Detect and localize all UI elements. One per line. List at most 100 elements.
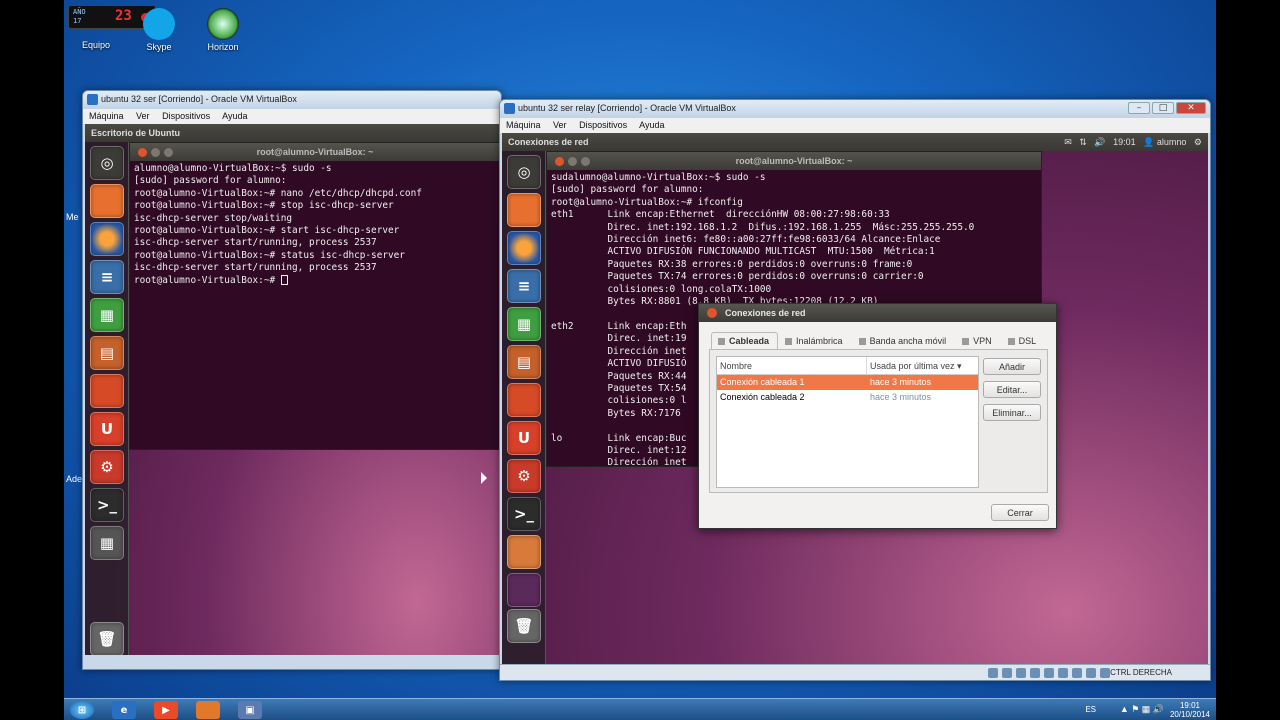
volume-icon[interactable]: 🔊	[1094, 137, 1105, 147]
dash-icon[interactable]: ◎	[90, 146, 124, 180]
close-icon[interactable]	[138, 148, 147, 157]
network-connections-dialog[interactable]: Conexiones de red Cableada Inalámbrica B…	[698, 303, 1057, 529]
network-adapter-icon[interactable]	[1044, 668, 1054, 678]
language-indicator[interactable]: ES	[1085, 705, 1096, 714]
menu-dispositivos[interactable]: Dispositivos	[579, 120, 627, 130]
start-button[interactable]: ⊞	[70, 701, 94, 719]
virtualbox-taskbar-icon[interactable]: ▣	[238, 701, 262, 719]
edit-button[interactable]: Editar...	[983, 381, 1041, 398]
impress-icon[interactable]: ▤	[507, 345, 541, 379]
tray-icons: ▲ ⚑ ▦ 🔊	[1119, 704, 1164, 714]
minimize-button[interactable]: –	[1128, 102, 1150, 114]
window-titlebar[interactable]: ubuntu 32 ser relay [Corriendo] - Oracle…	[500, 100, 1210, 118]
calc-icon[interactable]: ▦	[90, 298, 124, 332]
terminal-output[interactable]: alumno@alumno-VirtualBox:~$ sudo -s [sudo…	[130, 161, 500, 289]
system-settings-icon[interactable]: ⚙	[507, 459, 541, 493]
window-titlebar[interactable]: ubuntu 32 ser [Corriendo] - Oracle VM Vi…	[83, 91, 501, 109]
tab-cableada[interactable]: Cableada	[711, 332, 779, 350]
terminal-prompt-line: root@alumno-VirtualBox:~#	[134, 275, 496, 287]
network-connections-icon[interactable]	[507, 535, 541, 569]
delete-button[interactable]: Eliminar...	[983, 404, 1041, 421]
tray-clock[interactable]: 19:01 20/10/2014	[1170, 701, 1210, 719]
panel-clock[interactable]: 19:01	[1113, 137, 1136, 147]
display-icon[interactable]	[1058, 668, 1068, 678]
impress-icon[interactable]: ▤	[90, 336, 124, 370]
panel-indicators: ✉ ⇅ 🔊 19:01 👤 alumno ⚙	[1064, 137, 1202, 148]
add-button[interactable]: Añadir	[983, 358, 1041, 375]
files-icon[interactable]	[507, 193, 541, 227]
dialog-titlebar[interactable]: Conexiones de red	[699, 304, 1056, 322]
menu-ver[interactable]: Ver	[136, 111, 150, 121]
desktop-icon-equipo[interactable]: Equipo	[66, 26, 126, 50]
window-title: ubuntu 32 ser [Corriendo] - Oracle VM Vi…	[101, 94, 297, 104]
panel-user[interactable]: alumno	[1157, 137, 1187, 147]
menu-bar: Máquina Ver Dispositivos Ayuda	[500, 118, 1210, 133]
minimize-icon[interactable]	[568, 157, 577, 166]
dash-icon[interactable]: ◎	[507, 155, 541, 189]
firefox-icon[interactable]	[90, 222, 124, 256]
calc-icon[interactable]: ▦	[507, 307, 541, 341]
terminal-icon[interactable]: >_	[507, 497, 541, 531]
menu-maquina[interactable]: Máquina	[506, 120, 541, 130]
close-icon[interactable]	[555, 157, 564, 166]
terminal-line: Paquetes TX:74 errores:0 perdidos:0 over…	[551, 271, 924, 283]
terminal-line: Dirección inet6: fe80::a00:27ff:fe98:603…	[551, 234, 941, 246]
writer-icon[interactable]: ≡	[90, 260, 124, 294]
trash-icon[interactable]: 🗑	[90, 622, 124, 655]
tab-vpn[interactable]: VPN	[955, 332, 1001, 350]
workspace-switcher-icon[interactable]: ▦	[90, 526, 124, 560]
menu-maquina[interactable]: Máquina	[89, 111, 124, 121]
tab-banda-ancha-movil[interactable]: Banda ancha móvil	[852, 332, 956, 350]
maximize-icon[interactable]	[164, 148, 173, 157]
trash-icon[interactable]: 🗑	[507, 609, 541, 643]
terminal-titlebar[interactable]: root@alumno-VirtualBox: ~	[547, 152, 1041, 170]
close-icon[interactable]	[707, 308, 717, 318]
column-header-usada[interactable]: Usada por última vez ▾	[867, 357, 978, 374]
menu-dispositivos[interactable]: Dispositivos	[162, 111, 210, 121]
list-item[interactable]: Conexión cableada 1 hace 3 minutos	[717, 375, 978, 390]
mouse-integration-icon[interactable]	[1086, 668, 1096, 678]
column-header-nombre[interactable]: Nombre	[717, 357, 867, 374]
gear-icon[interactable]: ⚙	[1194, 137, 1202, 147]
software-center-icon[interactable]	[90, 374, 124, 408]
menu-ayuda[interactable]: Ayuda	[222, 111, 247, 121]
list-item[interactable]: Conexión cableada 2 hace 3 minutos	[717, 390, 978, 405]
media-player-icon[interactable]: ▶	[154, 701, 178, 719]
tab-dsl[interactable]: DSL	[1001, 332, 1046, 350]
close-button[interactable]: ✕	[1176, 102, 1206, 114]
internet-explorer-icon[interactable]: e	[112, 701, 136, 719]
terminal-titlebar[interactable]: root@alumno-VirtualBox: ~	[130, 143, 500, 161]
close-button[interactable]: Cerrar	[991, 504, 1049, 521]
network-icon[interactable]: ⇅	[1079, 137, 1087, 147]
terminal-icon[interactable]: >_	[90, 488, 124, 522]
capture-icon[interactable]	[1072, 668, 1082, 678]
files-icon[interactable]	[90, 184, 124, 218]
ubuntu-one-icon[interactable]: U	[507, 421, 541, 455]
maximize-button[interactable]: □	[1152, 102, 1174, 114]
usb-icon[interactable]	[1016, 668, 1026, 678]
software-center-icon[interactable]	[507, 383, 541, 417]
virtualbox-window-left[interactable]: ubuntu 32 ser [Corriendo] - Oracle VM Vi…	[82, 90, 502, 670]
maximize-icon[interactable]	[581, 157, 590, 166]
optical-drive-icon[interactable]	[1002, 668, 1012, 678]
ubuntu-one-icon[interactable]: U	[90, 412, 124, 446]
guest-screen[interactable]: Escritorio de Ubuntu ◎ ≡ ▦ ▤ U ⚙ >_ ▦ 🗑 …	[85, 124, 501, 655]
firefox-icon[interactable]	[507, 231, 541, 265]
menu-ver[interactable]: Ver	[553, 120, 567, 130]
mail-icon[interactable]: ✉	[1064, 137, 1072, 147]
desktop-icon-horizon[interactable]: Horizon	[193, 8, 253, 52]
writer-icon[interactable]: ≡	[507, 269, 541, 303]
host-key-label: CTRL DERECHA	[1110, 668, 1172, 677]
workspace-switcher-icon[interactable]	[507, 573, 541, 607]
menu-ayuda[interactable]: Ayuda	[639, 120, 664, 130]
terminal-window[interactable]: root@alumno-VirtualBox: ~ alumno@alumno-…	[129, 142, 501, 450]
tab-inalambrica[interactable]: Inalámbrica	[778, 332, 852, 350]
harddisk-icon[interactable]	[988, 668, 998, 678]
minimize-icon[interactable]	[151, 148, 160, 157]
connection-list[interactable]: Nombre Usada por última vez ▾ Conexión c…	[716, 356, 979, 488]
system-settings-icon[interactable]: ⚙	[90, 450, 124, 484]
firefox-icon[interactable]	[196, 701, 220, 719]
shared-folders-icon[interactable]	[1030, 668, 1040, 678]
window-controls: – □ ✕	[1128, 102, 1206, 114]
desktop-icon-skype[interactable]: Skype	[129, 8, 189, 52]
